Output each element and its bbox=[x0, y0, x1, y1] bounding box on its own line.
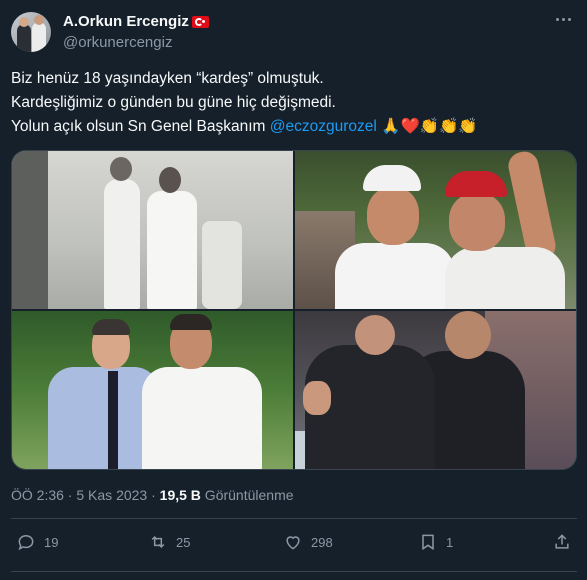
bookmark-count: 1 bbox=[446, 534, 454, 550]
views-label: Görüntülenme bbox=[200, 487, 294, 503]
tweet-line-2: Kardeşliğimiz o günden bu güne hiç değiş… bbox=[11, 94, 336, 111]
author-handle[interactable]: @orkunercengiz bbox=[63, 34, 172, 51]
emoji-text: 🙏❤️👏👏👏 bbox=[376, 118, 478, 135]
photo-3[interactable] bbox=[12, 311, 293, 469]
reply-icon bbox=[18, 534, 34, 551]
tweet-line-3: Yolun açık olsun Sn Genel Başkanım @eczo… bbox=[11, 115, 571, 139]
heart-icon bbox=[286, 536, 300, 550]
bookmark-button[interactable]: 1 bbox=[418, 532, 453, 552]
share-button[interactable] bbox=[552, 532, 572, 552]
photo-4[interactable] bbox=[295, 311, 576, 469]
author-display-name[interactable]: A.Orkun Ercengiz bbox=[63, 13, 189, 30]
bookmark-icon bbox=[422, 534, 434, 551]
like-button[interactable]: 298 bbox=[283, 532, 333, 552]
author-name[interactable]: A.Orkun Ercengiz bbox=[63, 13, 209, 30]
mention-link[interactable]: @eczozgurozel bbox=[270, 118, 377, 135]
retweet-button[interactable]: 25 bbox=[148, 532, 190, 552]
meta-separator-2: · bbox=[147, 487, 160, 503]
turkey-flag-icon bbox=[191, 15, 209, 28]
retweet-count: 25 bbox=[176, 534, 191, 550]
avatar[interactable] bbox=[11, 12, 51, 52]
tweet-date[interactable]: 5 Kas 2023 bbox=[76, 487, 147, 503]
reply-button[interactable]: 19 bbox=[16, 532, 58, 552]
reply-count: 19 bbox=[44, 534, 59, 550]
photo-1[interactable] bbox=[12, 151, 293, 309]
like-count: 298 bbox=[311, 534, 333, 550]
tweet-line-1: Biz henüz 18 yaşındayken “kardeş” olmuşt… bbox=[11, 70, 324, 87]
divider-bottom bbox=[11, 571, 577, 572]
views-count: 19,5 B bbox=[159, 487, 201, 503]
photo-2[interactable] bbox=[295, 151, 576, 309]
tweet: A.Orkun Ercengiz @orkunercengiz Biz henü… bbox=[0, 0, 587, 580]
media-grid bbox=[11, 150, 577, 470]
divider bbox=[11, 518, 577, 519]
tweet-line-3-prefix: Yolun açık olsun Sn Genel Başkanım bbox=[11, 118, 270, 135]
meta-separator: · bbox=[63, 487, 77, 503]
more-options-icon[interactable] bbox=[556, 18, 571, 21]
share-icon bbox=[555, 534, 569, 549]
tweet-meta: ÖÖ 2:36 · 5 Kas 2023 · 19,5 B Görüntülen… bbox=[11, 487, 294, 503]
action-bar: 19 25 298 1 bbox=[0, 532, 587, 562]
tweet-text: Biz henüz 18 yaşındayken “kardeş” olmuşt… bbox=[11, 67, 571, 139]
tweet-time[interactable]: ÖÖ 2:36 bbox=[11, 487, 64, 503]
retweet-icon bbox=[151, 535, 165, 549]
